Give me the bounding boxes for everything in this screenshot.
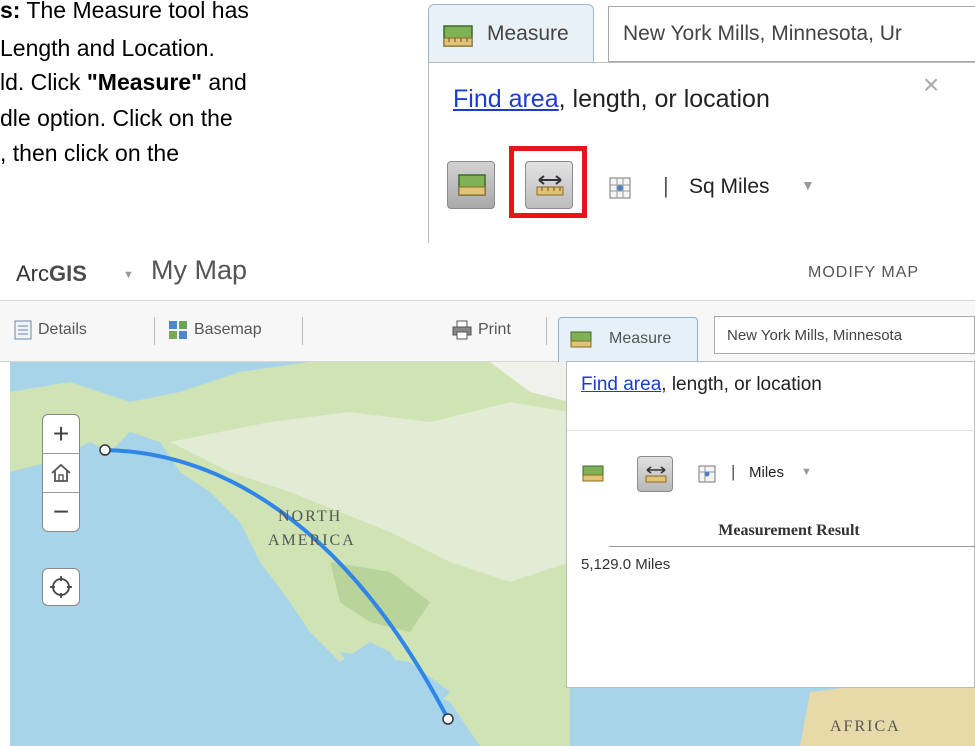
measure-area-icon xyxy=(458,174,486,196)
measure-end-point xyxy=(442,713,454,725)
measure-panel-heading: Find area, length, or location xyxy=(581,374,822,396)
chevron-down-icon[interactable]: ▼ xyxy=(801,466,812,478)
toolbar-divider xyxy=(154,317,155,345)
distance-tool-button[interactable] xyxy=(637,456,673,492)
panel-divider xyxy=(567,430,975,431)
measurement-result-title: Measurement Result xyxy=(718,522,860,539)
zoom-heading-rest: , length, or location xyxy=(558,85,770,113)
instruction-line-1: s: The Measure tool has xyxy=(0,0,249,28)
measure-area-icon[interactable] xyxy=(581,464,605,484)
measure-heading-rest: , length, or location xyxy=(661,374,822,395)
basemap-icon xyxy=(169,321,187,339)
arcgis-header: ArcGIS ▼ My Map MODIFY MAP xyxy=(0,246,975,296)
unit-separator: | xyxy=(731,462,736,481)
find-area-link[interactable]: Find area xyxy=(581,374,661,395)
details-icon xyxy=(14,320,32,340)
instruction-text-span: ld. Click xyxy=(0,69,87,95)
home-icon xyxy=(51,463,71,482)
unit-select[interactable]: Miles xyxy=(749,464,784,481)
measure-distance-icon xyxy=(645,466,667,483)
measure-tool-row: | Miles ▼ xyxy=(581,456,961,492)
unit-separator: | xyxy=(663,173,669,198)
instruction-line-5: , then click on the xyxy=(0,140,179,166)
zoom-in-button[interactable]: + xyxy=(43,415,79,454)
measure-area-icon xyxy=(570,331,592,348)
measure-start-point xyxy=(99,444,111,456)
zoom-panel-heading: Find area, length, or location xyxy=(453,85,770,114)
print-icon xyxy=(452,320,472,340)
search-value: New York Mills, Minnesota xyxy=(727,327,903,344)
measure-button-label: Measure xyxy=(609,330,672,347)
page-title: My Map xyxy=(151,255,248,285)
locate-icon xyxy=(50,576,72,598)
zoom-unit-select[interactable]: Sq Miles xyxy=(689,175,770,199)
arcgis-brand[interactable]: ArcGIS xyxy=(16,261,87,287)
zoom-search-value: New York Mills, Minnesota, Ur xyxy=(623,22,902,45)
toolbar-divider xyxy=(302,317,303,345)
brand-prefix: Arc xyxy=(16,261,49,286)
measure-location-icon[interactable] xyxy=(607,175,633,201)
measure-panel: Find area, length, or location | Miles ▼… xyxy=(566,361,975,688)
result-divider xyxy=(609,546,975,547)
search-input[interactable]: New York Mills, Minnesota xyxy=(714,316,975,354)
instruction-text-span: The Measure tool has xyxy=(20,0,249,23)
close-icon[interactable]: × xyxy=(923,71,939,99)
instruction-text-span: and xyxy=(202,69,247,95)
zoom-search-input[interactable]: New York Mills, Minnesota, Ur xyxy=(608,6,975,62)
locate-button[interactable] xyxy=(42,568,80,606)
instruction-line-4: dle option. Click on the xyxy=(0,105,233,131)
zoom-measure-panel: × Find area, length, or location | Sq Mi… xyxy=(428,62,975,243)
map-label-north: NORTH xyxy=(278,508,343,525)
distance-tool-highlight xyxy=(509,146,587,218)
zoom-measure-tab[interactable]: Measure xyxy=(428,4,594,62)
basemap-button[interactable]: Basemap xyxy=(194,321,262,339)
zoom-control: + − xyxy=(42,414,80,532)
instruction-line-3: ld. Click "Measure" and xyxy=(0,64,247,100)
measure-button[interactable]: Measure xyxy=(558,317,698,363)
find-area-link[interactable]: Find area xyxy=(453,85,559,113)
zoom-area-tool-button[interactable] xyxy=(447,161,495,209)
brand-bold: GIS xyxy=(49,261,87,286)
home-button[interactable] xyxy=(43,454,79,493)
measure-area-icon xyxy=(443,25,473,47)
modify-map-button[interactable]: MODIFY MAP xyxy=(808,264,919,282)
instruction-line-2: Length and Location. xyxy=(0,35,215,61)
instruction-bold: "Measure" xyxy=(86,69,203,95)
chevron-down-icon[interactable]: ▼ xyxy=(123,269,134,281)
chevron-down-icon[interactable]: ▼ xyxy=(801,177,815,193)
measurement-result-value: 5,129.0 Miles xyxy=(581,556,671,573)
zoomed-measure-callout: Measure New York Mills, Minnesota, Ur × … xyxy=(424,0,975,243)
map-label-africa: AFRICA xyxy=(830,718,901,735)
map-toolbar: Details Basemap Print Measure New York M… xyxy=(0,300,975,363)
toolbar-divider xyxy=(546,317,547,345)
details-button[interactable]: Details xyxy=(38,321,87,339)
measure-location-icon[interactable] xyxy=(697,464,717,484)
instruction-bold: s: xyxy=(0,0,21,23)
map-label-america: AMERICA xyxy=(268,532,356,549)
zoom-measure-tab-label: Measure xyxy=(487,22,569,45)
print-button[interactable]: Print xyxy=(478,321,511,339)
zoom-out-button[interactable]: − xyxy=(43,493,79,531)
